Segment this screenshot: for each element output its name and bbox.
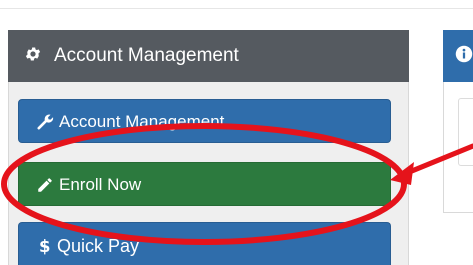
panel-header: Account Management [8,30,409,82]
enroll-now-label: Enroll Now [59,175,142,194]
svg-text:$: $ [39,237,50,256]
dollar-icon: $ [36,236,54,256]
gear-icon [24,45,42,63]
enroll-now-button[interactable]: Enroll Now [18,162,391,206]
page: Account Management Account Management En… [0,0,473,265]
wrench-icon [36,113,54,131]
info-icon [455,45,473,63]
account-management-label: Account Management [59,112,225,131]
pencil-icon [36,176,54,194]
info-panel-box [458,98,473,166]
panel-title: Account Management [54,45,239,66]
top-divider [0,8,473,9]
quick-pay-button[interactable]: $ Quick Pay [18,222,391,265]
info-panel-header [443,30,473,82]
quick-pay-label: Quick Pay [57,236,140,256]
account-management-button[interactable]: Account Management [18,99,391,143]
